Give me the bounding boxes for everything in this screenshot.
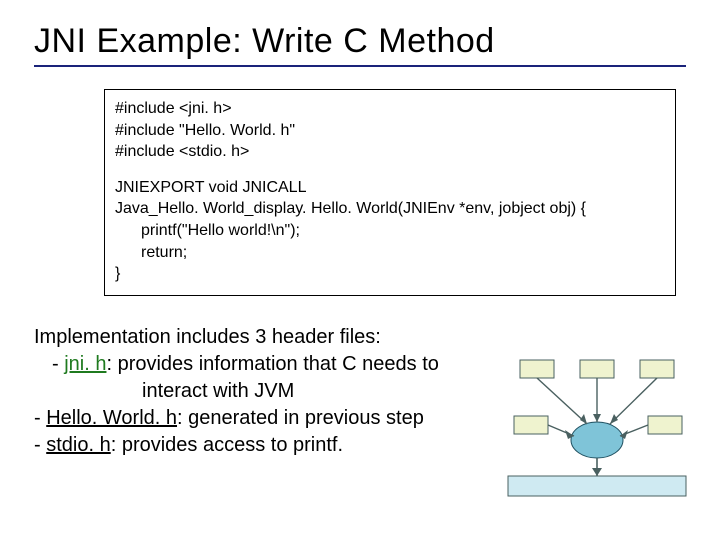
code-line: #include <stdio. h>: [115, 141, 665, 163]
flow-diagram-icon: [502, 354, 692, 504]
body-intro: Implementation includes 3 header files:: [34, 324, 686, 351]
dash: -: [52, 353, 64, 375]
jni-name: jni. h: [64, 353, 106, 375]
jni-desc: : provides information that C needs to: [106, 353, 438, 375]
code-line: #include "Hello. World. h": [115, 120, 665, 142]
std-name: stdio. h: [46, 434, 110, 456]
dash: -: [34, 407, 46, 429]
hw-name: Hello. World. h: [46, 407, 177, 429]
title-rule: [34, 65, 686, 67]
code-line: }: [115, 263, 665, 285]
std-desc: : provides access to printf.: [111, 434, 343, 456]
code-blank: [115, 163, 665, 177]
code-line: JNIEXPORT void JNICALL: [115, 177, 665, 199]
code-line: Java_Hello. World_display. Hello. World(…: [115, 198, 665, 220]
code-line: printf("Hello world!\n");: [115, 220, 665, 242]
hw-desc: : generated in previous step: [177, 407, 424, 429]
code-line: #include <jni. h>: [115, 98, 665, 120]
dash: -: [34, 434, 46, 456]
page-title: JNI Example: Write C Method: [34, 22, 686, 61]
code-line: return;: [115, 242, 665, 264]
slide: JNI Example: Write C Method #include <jn…: [0, 0, 720, 540]
code-box: #include <jni. h> #include "Hello. World…: [104, 89, 676, 296]
